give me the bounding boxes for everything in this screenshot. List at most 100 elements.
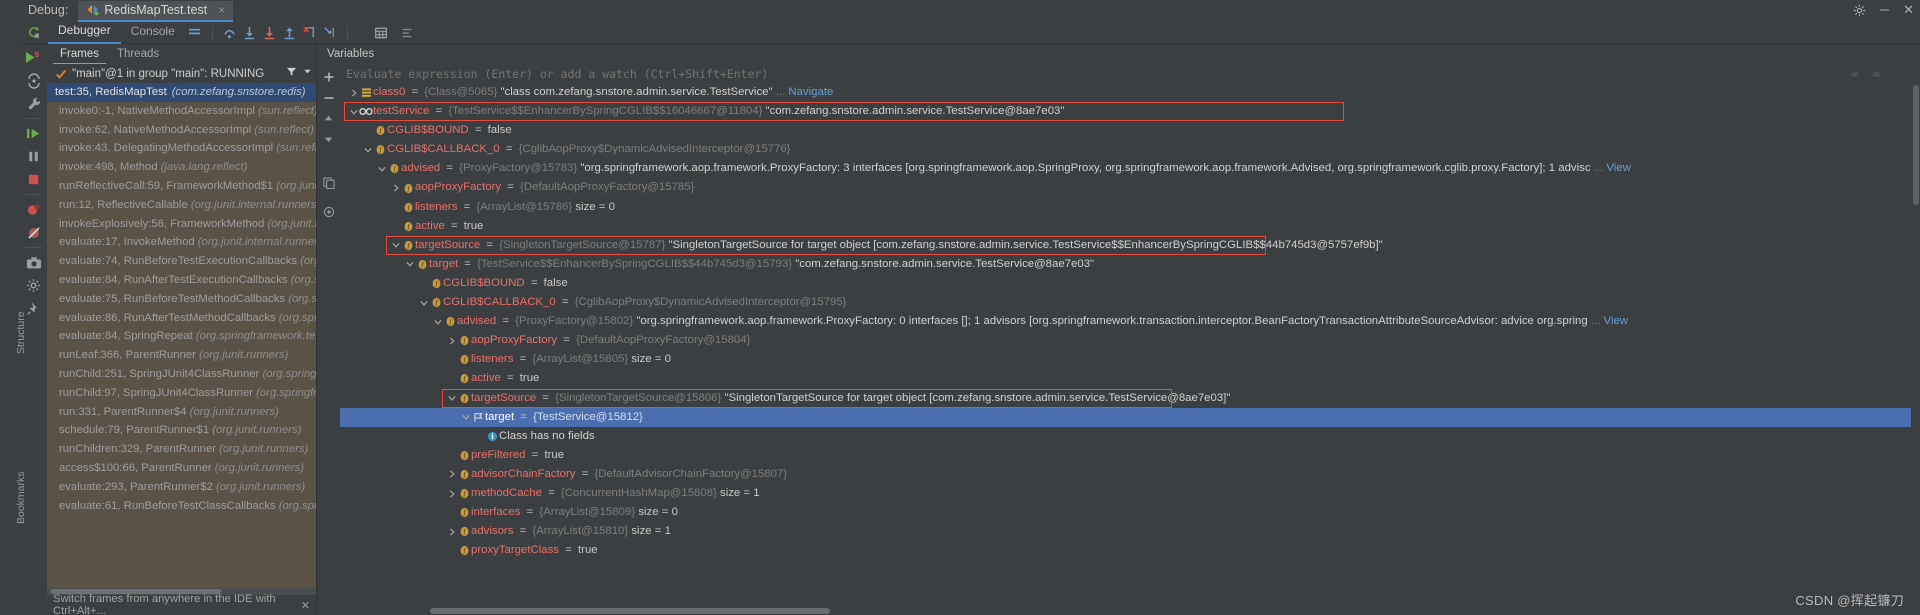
frame-row[interactable]: evaluate:17, InvokeMethod (org.junit.int…: [47, 233, 316, 252]
frames-stack-list[interactable]: test:35, RedisMapTest (com.zefang.snstor…: [47, 83, 316, 588]
variable-link[interactable]: Navigate: [788, 86, 833, 98]
remove-watch-button[interactable]: [318, 87, 339, 108]
rail-label-bookmarks[interactable]: Bookmarks: [15, 471, 27, 524]
tab-debugger[interactable]: Debugger: [48, 22, 121, 44]
force-step-into-icon[interactable]: [260, 23, 280, 43]
variable-row[interactable]: f preFiltered = true: [340, 446, 1920, 465]
frame-row[interactable]: evaluate:86, RunAfterTestMethodCallbacks…: [47, 309, 316, 328]
frame-row[interactable]: access$100:66, ParentRunner (org.junit.r…: [47, 459, 316, 478]
run-to-cursor-icon[interactable]: [320, 23, 340, 43]
chevron-right-icon[interactable]: [446, 489, 457, 498]
stop-icon[interactable]: [21, 168, 46, 191]
variable-row[interactable]: Class has no fields: [340, 427, 1920, 446]
variable-row[interactable]: f methodCache = {ConcurrentHashMap@15808}…: [340, 484, 1920, 503]
evaluate-expression-icon[interactable]: [371, 23, 391, 43]
variable-row[interactable]: f listeners = {ArrayList@15805} size = 0: [340, 350, 1920, 369]
add-watch-button[interactable]: [318, 66, 339, 87]
frame-row[interactable]: evaluate:61, RunBeforeTestClassCallbacks…: [47, 497, 316, 516]
variable-row[interactable]: f CGLIB$CALLBACK_0 = {CglibAopProxy$Dynam…: [340, 293, 1920, 312]
chevron-right-icon[interactable]: [446, 528, 457, 536]
up-arrow-icon[interactable]: [318, 108, 339, 129]
evaluate-expression-field[interactable]: Evaluate expression (Enter) or add a wat…: [340, 64, 1920, 83]
layout-settings-icon[interactable]: [185, 23, 205, 43]
chevron-down-icon[interactable]: [348, 108, 359, 116]
rail-label-structure[interactable]: Structure: [15, 311, 27, 354]
variables-scroll-thumb[interactable]: [1913, 85, 1919, 205]
variables-hscroll-thumb[interactable]: [430, 608, 830, 614]
variable-row[interactable]: f advised = {ProxyFactory@15802} "org.spr…: [340, 312, 1920, 331]
variables-tree[interactable]: Evaluate expression (Enter) or add a wat…: [340, 64, 1920, 615]
close-icon[interactable]: ✕: [301, 599, 310, 612]
resume-icon[interactable]: [21, 122, 46, 145]
variable-row[interactable]: f target = {TestService$$EnhancerBySpring…: [340, 255, 1920, 274]
chevron-down-icon[interactable]: [404, 260, 415, 268]
sort-values-icon[interactable]: [397, 23, 417, 43]
variables-horizontal-scrollbar[interactable]: [340, 607, 1920, 615]
frame-row[interactable]: runChildren:329, ParentRunner (org.junit…: [47, 440, 316, 459]
settings-wrench-icon[interactable]: [21, 92, 46, 115]
chevron-right-icon[interactable]: [446, 470, 457, 478]
drop-frame-icon[interactable]: [300, 23, 320, 43]
chevron-down-icon[interactable]: [390, 241, 401, 249]
variable-row[interactable]: f aopProxyFactory = {DefaultAopProxyFacto…: [340, 178, 1920, 197]
frame-row[interactable]: run:12, ReflectiveCallable (org.junit.in…: [47, 196, 316, 215]
tab-frames[interactable]: Frames: [53, 44, 106, 64]
variable-row[interactable]: class0 = {Class@5065} "class com.zefang.…: [340, 83, 1920, 102]
variable-row[interactable]: f CGLIB$BOUND = false: [340, 121, 1920, 140]
step-into-icon[interactable]: [240, 23, 260, 43]
close-icon[interactable]: ×: [218, 3, 225, 17]
variable-row[interactable]: f active = true: [340, 369, 1920, 388]
chevron-down-icon[interactable]: [362, 146, 373, 154]
frame-row[interactable]: evaluate:84, SpringRepeat (org.springfra…: [47, 327, 316, 346]
frame-row[interactable]: runLeaf:366, ParentRunner (org.junit.run…: [47, 346, 316, 365]
chevron-down-icon[interactable]: [446, 394, 457, 402]
variables-tree-scroll[interactable]: class0 = {Class@5065} "class com.zefang.…: [340, 83, 1920, 607]
frame-row[interactable]: runChild:97, SpringJUnit4ClassRunner (or…: [47, 384, 316, 403]
rerun-threads-icon[interactable]: [21, 69, 46, 92]
variable-row[interactable]: f CGLIB$CALLBACK_0 = {CglibAopProxy$Dynam…: [340, 140, 1920, 159]
step-out-icon[interactable]: [280, 23, 300, 43]
resume-program-icon[interactable]: 9: [21, 46, 46, 69]
variable-row[interactable]: f advisors = {ArrayList@15810} size = 1: [340, 522, 1920, 541]
variable-row[interactable]: f advisorChainFactory = {DefaultAdvisorCh…: [340, 465, 1920, 484]
frame-row[interactable]: invokeExplosively:56, FrameworkMethod (o…: [47, 215, 316, 234]
frame-row[interactable]: invoke:498, Method (java.lang.reflect): [47, 158, 316, 177]
view-breakpoints-icon[interactable]: [21, 198, 46, 221]
variable-row[interactable]: f listeners = {ArrayList@15786} size = 0: [340, 198, 1920, 217]
close-window-icon[interactable]: ✕: [1903, 3, 1914, 17]
minimize-icon[interactable]: ─: [1880, 3, 1889, 17]
variable-link[interactable]: View: [1606, 162, 1630, 174]
variable-row[interactable]: target = {TestService@15812}: [340, 407, 1920, 427]
frame-row[interactable]: schedule:79, ParentRunner$1 (org.junit.r…: [47, 421, 316, 440]
chevron-right-icon[interactable]: [446, 337, 457, 345]
settings-gear-icon[interactable]: [21, 274, 46, 297]
chevron-down-icon[interactable]: [432, 318, 443, 326]
frame-row[interactable]: invoke0:-1, NativeMethodAccessorImpl (su…: [47, 102, 316, 121]
variable-row[interactable]: f aopProxyFactory = {DefaultAopProxyFacto…: [340, 331, 1920, 350]
tab-redismaptest[interactable]: RedisMapTest.test ×: [78, 1, 234, 22]
frame-row[interactable]: evaluate:84, RunAfterTestExecutionCallba…: [47, 271, 316, 290]
variable-row[interactable]: testService = {TestService$$EnhancerBySp…: [340, 102, 1920, 122]
variable-row[interactable]: f interfaces = {ArrayList@15809} size = 0: [340, 503, 1920, 522]
camera-icon[interactable]: [21, 251, 46, 274]
down-arrow-icon[interactable]: [318, 129, 339, 150]
frame-row[interactable]: evaluate:74, RunBeforeTestExecutionCallb…: [47, 252, 316, 271]
frame-row[interactable]: run:331, ParentRunner$4 (org.junit.runne…: [47, 403, 316, 422]
frame-row[interactable]: evaluate:293, ParentRunner$2 (org.junit.…: [47, 478, 316, 497]
chevron-down-icon[interactable]: [418, 299, 429, 307]
chevron-down-icon[interactable]: [376, 165, 387, 173]
frame-row[interactable]: evaluate:75, RunBeforeTestMethodCallback…: [47, 290, 316, 309]
step-over-icon[interactable]: [220, 23, 240, 43]
variable-row[interactable]: f active = true: [340, 217, 1920, 236]
gear-icon[interactable]: [1853, 4, 1866, 17]
variable-row[interactable]: f targetSource = {SingletonTargetSource@1…: [340, 235, 1920, 255]
variable-row[interactable]: f targetSource = {SingletonTargetSource@1…: [340, 388, 1920, 408]
frame-row[interactable]: invoke:43, DelegatingMethodAccessorImpl …: [47, 139, 316, 158]
chevron-down-icon[interactable]: [303, 67, 312, 76]
variable-row[interactable]: f CGLIB$BOUND = false: [340, 274, 1920, 293]
copy-value-icon[interactable]: [318, 172, 339, 193]
frame-row[interactable]: runChild:251, SpringJUnit4ClassRunner (o…: [47, 365, 316, 384]
pause-icon[interactable]: [21, 145, 46, 168]
variable-row[interactable]: f proxyTargetClass = true: [340, 541, 1920, 560]
mute-breakpoints-icon[interactable]: [21, 221, 46, 244]
